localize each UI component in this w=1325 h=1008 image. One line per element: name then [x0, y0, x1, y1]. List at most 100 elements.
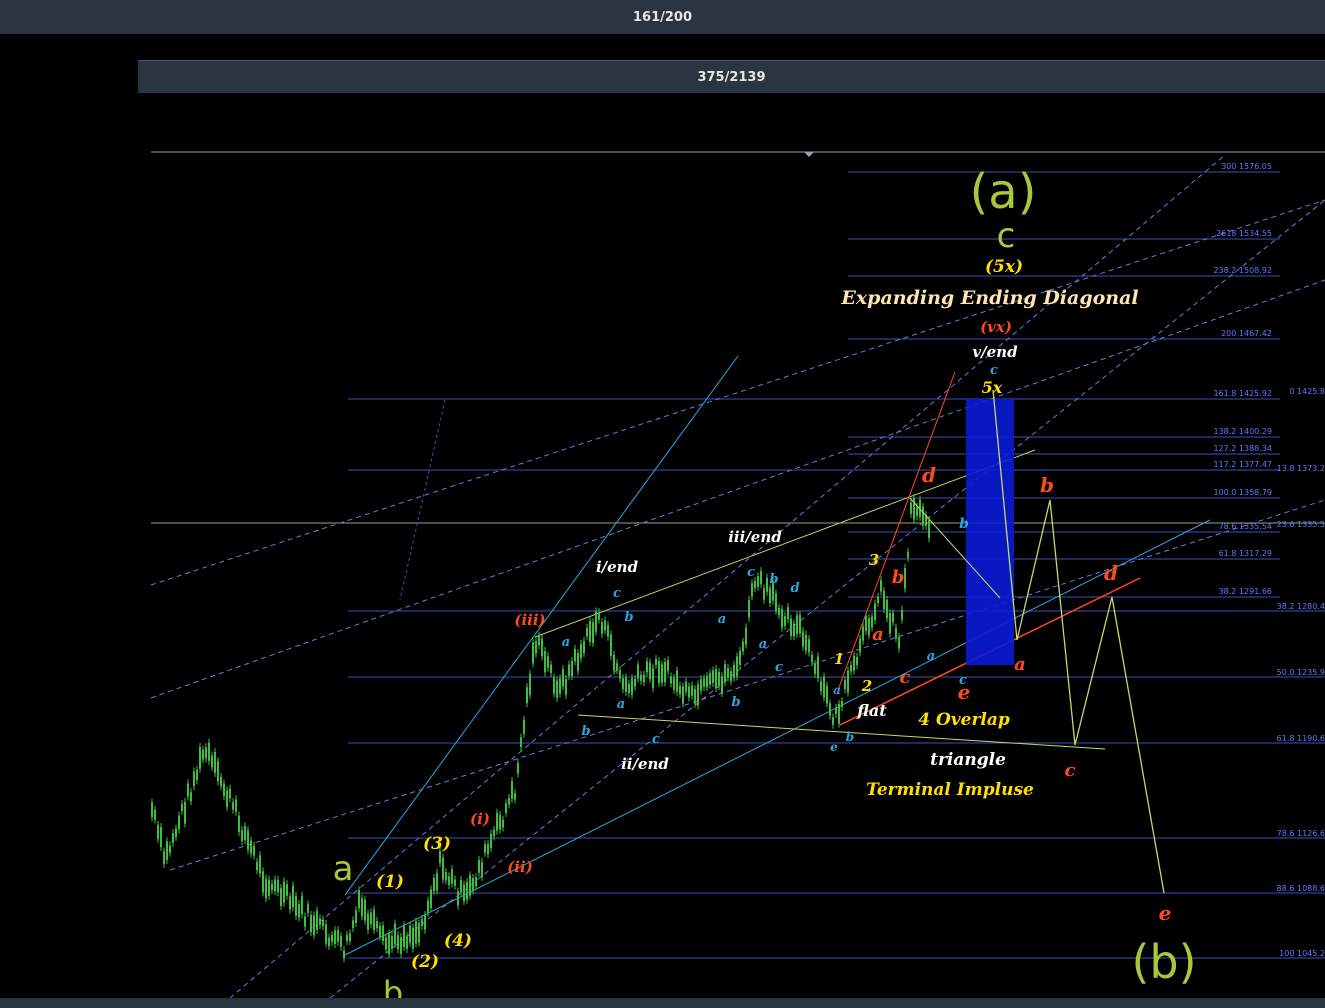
candle — [175, 828, 177, 838]
trend-line — [534, 449, 1036, 638]
candle — [700, 679, 702, 691]
candle — [532, 642, 534, 664]
candle — [658, 660, 660, 683]
candle — [349, 933, 351, 941]
candle — [232, 802, 234, 810]
fib-label: 238.2 1508.92 — [1213, 266, 1272, 275]
candle — [697, 684, 699, 706]
wave-label: a — [617, 697, 625, 712]
candle — [664, 661, 666, 683]
wave-label: a — [1014, 654, 1026, 675]
candle — [547, 656, 549, 668]
candle — [409, 925, 411, 943]
wave-label: d — [922, 463, 936, 487]
candle — [289, 896, 291, 910]
fib-label: 161.8 1425.92 — [1213, 389, 1272, 398]
candle — [535, 641, 537, 654]
wave-label: b — [731, 695, 740, 710]
candle — [652, 668, 654, 689]
candle — [574, 648, 576, 662]
wave-label: b — [892, 567, 905, 588]
candle — [346, 934, 348, 941]
terminal-label: Terminal Impluse — [866, 780, 1034, 800]
fib-label: 61.8 1317.29 — [1219, 549, 1272, 558]
candle — [241, 830, 243, 842]
candle — [316, 910, 318, 930]
fib-label: 100.0 1358.79 — [1213, 488, 1272, 497]
trend-line — [150, 279, 1325, 699]
candle — [580, 643, 582, 659]
candle — [310, 914, 312, 933]
fib-label: 2618 1534.55 — [1216, 229, 1272, 238]
wave-label: e — [1159, 901, 1172, 925]
candle — [358, 890, 360, 909]
fib-label: 300 1576.05 — [1221, 162, 1272, 171]
wave-label: b — [846, 730, 854, 744]
candle — [214, 752, 216, 773]
candle — [895, 627, 897, 639]
candle — [661, 664, 663, 683]
candle — [880, 580, 882, 592]
candle — [430, 889, 432, 909]
wave-b-left-label: b — [383, 974, 403, 998]
candle — [307, 904, 309, 913]
candle — [454, 879, 456, 886]
candle — [478, 860, 480, 873]
candle — [325, 924, 327, 944]
candle — [835, 707, 837, 714]
candle — [832, 717, 834, 725]
candle — [442, 857, 444, 880]
candle — [730, 671, 732, 682]
candle — [247, 830, 249, 850]
candle — [457, 891, 459, 906]
candle — [637, 664, 639, 679]
projection-path — [992, 389, 1165, 894]
candle — [826, 685, 828, 704]
candle — [181, 804, 183, 811]
candle — [274, 879, 276, 892]
candle — [862, 626, 864, 641]
candle — [496, 812, 498, 831]
trend-line — [169, 499, 1325, 871]
wave-label: (2) — [411, 952, 439, 972]
candle — [322, 919, 324, 927]
candle — [655, 658, 657, 665]
candle — [553, 677, 555, 694]
fib-label: 117.2 1377.47 — [1213, 460, 1272, 469]
fib-label: 38.2 1291.66 — [1219, 587, 1272, 596]
fib-label: 0 1425.8 — [1289, 387, 1325, 396]
candle — [754, 581, 756, 589]
candle — [736, 656, 738, 677]
candle — [616, 663, 618, 671]
candle — [151, 802, 153, 818]
wave-label: a — [718, 612, 726, 627]
candle — [382, 925, 384, 942]
wave-a-left-label: a — [333, 849, 354, 889]
fib-label: 78.6 1126.6 — [1277, 829, 1325, 838]
wave-paths — [909, 389, 1165, 894]
overlap-label: 4 Overlap — [918, 710, 1010, 730]
candle — [295, 895, 297, 916]
wave-chart: 300 1576.05 2618 1534.55 238.2 1508.92 200 … — [150, 151, 1325, 998]
candle — [907, 551, 909, 558]
candle — [301, 895, 303, 915]
five-x-label: 5x — [982, 378, 1003, 397]
candle — [388, 933, 390, 955]
candle — [739, 650, 741, 665]
candle — [184, 802, 186, 824]
candle — [253, 845, 255, 856]
candle — [631, 678, 633, 695]
candle — [250, 840, 252, 854]
candle — [424, 914, 426, 930]
candle — [562, 669, 564, 687]
wave-label: c — [613, 586, 621, 601]
candle — [238, 815, 240, 833]
candle — [361, 898, 363, 917]
candle — [370, 912, 372, 925]
candle — [544, 650, 546, 673]
candle — [760, 571, 762, 585]
fib-lines — [348, 171, 1325, 959]
candle — [601, 622, 603, 634]
candle — [856, 657, 858, 665]
fib-labels: 300 1576.05 2618 1534.55 238.2 1508.92 200 … — [1213, 162, 1325, 958]
